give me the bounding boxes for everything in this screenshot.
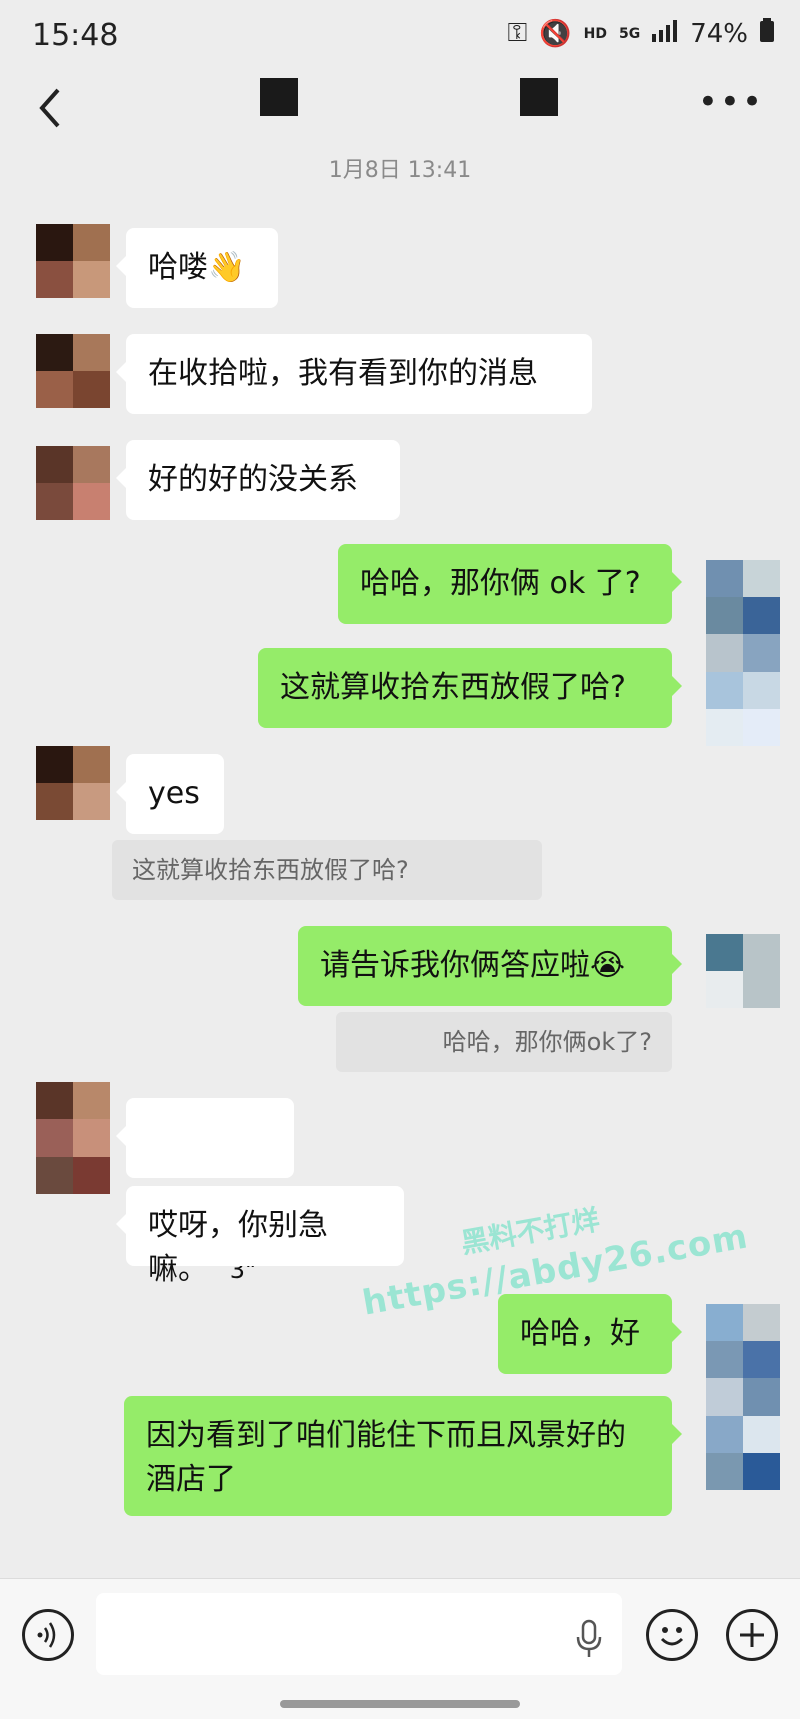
message-bubble[interactable]: 这就算收拾东西放假了哈? [258, 648, 682, 728]
avatar[interactable] [36, 224, 110, 298]
message-bubble[interactable]: yes [116, 754, 224, 834]
message-bubble[interactable]: 好的好的没关系 [116, 440, 400, 520]
censored-name-block [260, 78, 298, 116]
message-input[interactable] [96, 1593, 622, 1675]
message-bubble[interactable]: 哈哈，那你俩 ok 了? [338, 544, 682, 624]
battery-icon [760, 18, 774, 49]
status-time: 15:48 [32, 18, 119, 53]
message-bubble[interactable]: 哈喽👋 [116, 228, 278, 308]
chat-header: ••• [0, 70, 800, 150]
mute-icon: 🔇 [539, 18, 572, 49]
avatar[interactable] [36, 446, 110, 520]
microphone-icon[interactable] [574, 1619, 604, 1659]
home-indicator[interactable] [280, 1700, 520, 1708]
message-bubble[interactable]: 因为看到了咱们能住下而且风景好的酒店了 [124, 1396, 682, 1516]
avatar[interactable] [36, 746, 110, 820]
avatar[interactable] [706, 1304, 780, 1490]
quoted-message[interactable]: 这就算收拾东西放假了哈? [112, 840, 542, 900]
emoji-icon[interactable] [646, 1609, 698, 1661]
message-bubble[interactable]: 哎呀，你别急嘛。 [116, 1186, 404, 1287]
status-icons: ⚿ 🔇 HD 5G 74% [507, 18, 774, 49]
back-icon[interactable] [30, 86, 70, 130]
voice-message-bubble[interactable]: 3" [116, 1098, 294, 1284]
message-bubble[interactable]: 哈哈，好 [498, 1294, 682, 1374]
avatar[interactable] [36, 1082, 110, 1194]
message-bubble[interactable]: 请告诉我你俩答应啦😭 [298, 926, 682, 1006]
avatar[interactable] [36, 334, 110, 408]
avatar[interactable] [706, 560, 780, 746]
avatar[interactable] [706, 934, 780, 1008]
censored-name-block [520, 78, 558, 116]
voice-toggle-icon[interactable] [22, 1609, 74, 1661]
message-bubble[interactable]: 在收拾啦，我有看到你的消息 [116, 334, 592, 414]
quoted-message[interactable]: 哈哈，那你俩ok了? [336, 1012, 672, 1072]
network-label: 5G [618, 25, 641, 42]
signal-icon [652, 19, 678, 49]
input-bar [0, 1578, 800, 1719]
status-bar: 15:48 ⚿ 🔇 HD 5G 74% [0, 0, 800, 70]
hd-label: HD [583, 25, 607, 42]
key-icon: ⚿ [507, 18, 528, 48]
date-separator: 1月8日 13:41 [328, 158, 472, 183]
plus-icon[interactable] [726, 1609, 778, 1661]
more-icon[interactable]: ••• [698, 82, 764, 122]
battery-percent: 74% [690, 18, 748, 49]
